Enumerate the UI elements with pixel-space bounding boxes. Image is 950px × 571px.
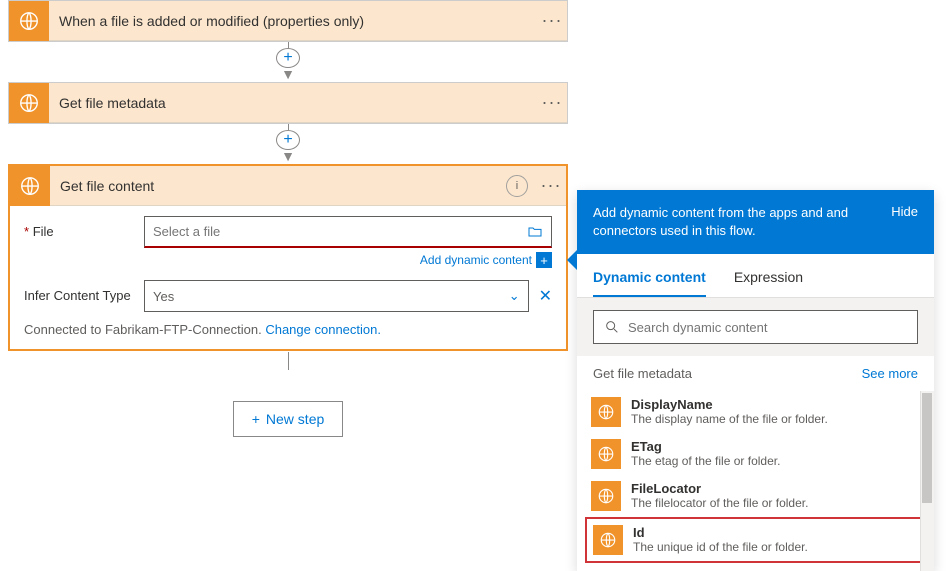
- new-step-button[interactable]: +New step: [233, 401, 343, 437]
- search-field[interactable]: [628, 320, 907, 335]
- ftp-connector-icon: [591, 439, 621, 469]
- plus-icon[interactable]: +: [536, 252, 552, 268]
- ftp-connector-icon: [591, 397, 621, 427]
- tab-dynamic-content[interactable]: Dynamic content: [593, 259, 706, 297]
- dc-item-id[interactable]: IdThe unique id of the file or folder.: [585, 517, 926, 563]
- step-get-file-metadata[interactable]: Get file metadata ···: [8, 82, 568, 124]
- add-step-button[interactable]: +: [276, 48, 300, 68]
- clear-icon[interactable]: ✕: [539, 286, 552, 306]
- dc-panel-header: Add dynamic content from the apps and an…: [577, 190, 934, 254]
- search-icon: [604, 319, 620, 335]
- step-menu-button[interactable]: ···: [537, 10, 567, 31]
- infer-content-type-select[interactable]: Yes ⌄: [144, 280, 529, 312]
- step-title: When a file is added or modified (proper…: [49, 13, 537, 29]
- file-input[interactable]: [144, 216, 552, 248]
- info-icon[interactable]: i: [506, 175, 528, 197]
- hide-button[interactable]: Hide: [891, 204, 918, 219]
- connector-arrow: + ▼: [8, 42, 568, 82]
- ftp-connector-icon: [9, 83, 49, 123]
- step-menu-button[interactable]: ···: [537, 92, 567, 113]
- add-dynamic-content-link[interactable]: Add dynamic content: [420, 253, 532, 267]
- step-trigger[interactable]: When a file is added or modified (proper…: [8, 0, 568, 42]
- change-connection-link[interactable]: Change connection.: [265, 322, 381, 337]
- infer-label: Infer Content Type: [24, 280, 144, 303]
- dc-item-displayname[interactable]: DisplayNameThe display name of the file …: [585, 391, 926, 433]
- scrollbar[interactable]: [920, 391, 934, 571]
- panel-caret: [567, 250, 577, 270]
- connector-arrow: [8, 351, 568, 371]
- step-header[interactable]: Get file content i ···: [10, 166, 566, 206]
- dc-item-list: DisplayNameThe display name of the file …: [577, 391, 934, 571]
- step-get-file-content: Get file content i ··· * File Add dynami…: [8, 164, 568, 351]
- ftp-connector-icon: [9, 1, 49, 41]
- chevron-down-icon: ⌄: [509, 288, 520, 304]
- connector-arrow: + ▼: [8, 124, 568, 164]
- dc-tabs: Dynamic content Expression: [577, 254, 934, 298]
- step-menu-button[interactable]: ···: [536, 175, 566, 196]
- add-step-button[interactable]: +: [276, 130, 300, 150]
- step-title: Get file content: [50, 178, 506, 194]
- tab-expression[interactable]: Expression: [734, 259, 803, 297]
- ftp-connector-icon: [10, 166, 50, 206]
- connection-info: Connected to Fabrikam-FTP-Connection. Ch…: [24, 322, 552, 337]
- see-more-link[interactable]: See more: [862, 366, 918, 381]
- dc-item-etag[interactable]: ETagThe etag of the file or folder.: [585, 433, 926, 475]
- dc-item-filelocator[interactable]: FileLocatorThe filelocator of the file o…: [585, 475, 926, 517]
- ftp-connector-icon: [591, 481, 621, 511]
- ftp-connector-icon: [593, 525, 623, 555]
- dc-section-title: Get file metadata: [593, 366, 692, 381]
- folder-picker-icon[interactable]: [527, 224, 543, 240]
- file-input-field[interactable]: [153, 224, 527, 239]
- step-title: Get file metadata: [49, 95, 537, 111]
- search-input[interactable]: [593, 310, 918, 344]
- file-label: * File: [24, 216, 144, 239]
- dynamic-content-panel: Add dynamic content from the apps and an…: [577, 190, 934, 571]
